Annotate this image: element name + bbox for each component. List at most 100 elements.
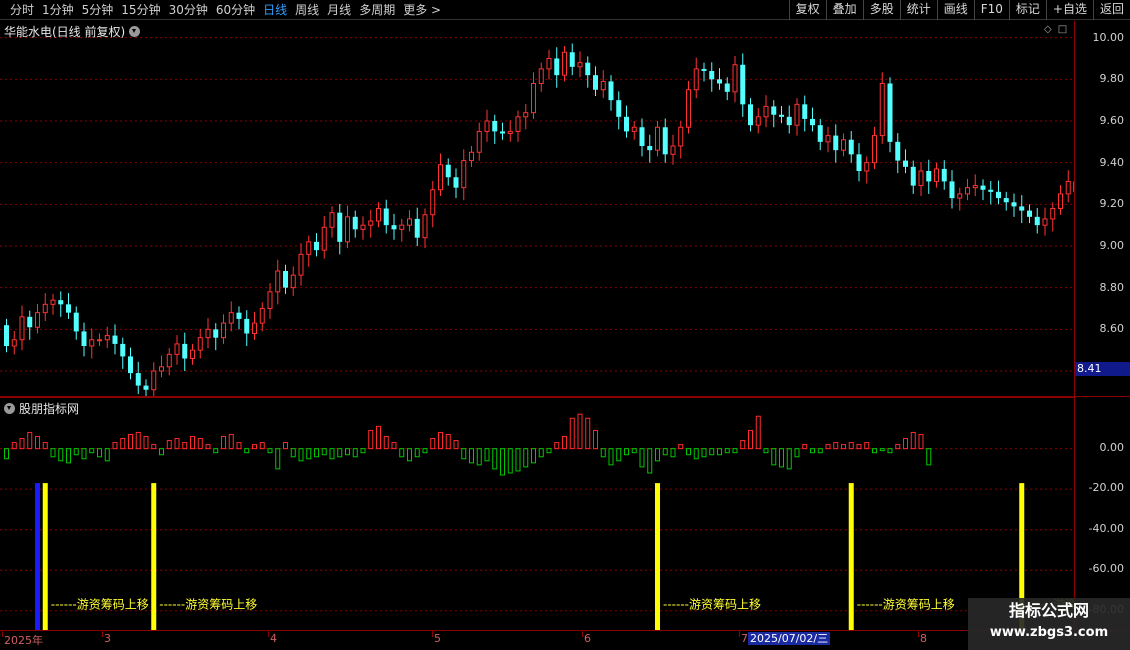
candle[interactable] (352, 210, 358, 238)
candle[interactable] (531, 72, 536, 119)
candle[interactable] (500, 122, 505, 140)
candle[interactable] (523, 103, 529, 130)
candle[interactable] (577, 51, 583, 78)
candle[interactable] (748, 98, 753, 132)
candle[interactable] (872, 126, 877, 169)
candle[interactable] (1011, 193, 1017, 217)
tool-button-1[interactable]: 叠加 (825, 0, 863, 20)
candle[interactable] (244, 310, 250, 346)
candle[interactable] (895, 133, 901, 174)
candle[interactable] (554, 47, 560, 88)
candle[interactable] (345, 205, 350, 249)
candle[interactable] (779, 106, 784, 124)
candle[interactable] (259, 302, 265, 332)
candle[interactable] (1019, 195, 1025, 224)
candle[interactable] (376, 202, 381, 228)
candle[interactable] (662, 118, 668, 163)
tool-button-6[interactable]: 标记 (1008, 0, 1046, 20)
candle[interactable] (97, 333, 102, 347)
candle[interactable] (492, 114, 498, 144)
candle[interactable] (1027, 204, 1032, 224)
candle[interactable] (4, 318, 9, 353)
candle[interactable] (275, 259, 281, 305)
candle[interactable] (252, 311, 257, 340)
candle[interactable] (786, 105, 792, 134)
candle[interactable] (205, 318, 211, 349)
candle[interactable] (709, 62, 715, 92)
candle[interactable] (27, 310, 33, 340)
candle[interactable] (647, 134, 653, 163)
candle[interactable] (1034, 208, 1040, 234)
candle[interactable] (89, 328, 95, 359)
candle[interactable] (73, 306, 79, 340)
candle[interactable] (593, 66, 598, 96)
candle[interactable] (283, 264, 288, 294)
candle[interactable] (383, 199, 389, 234)
candle[interactable] (616, 91, 622, 130)
candle[interactable] (461, 149, 467, 201)
candle[interactable] (1050, 202, 1056, 232)
candle[interactable] (794, 98, 800, 136)
tool-button-8[interactable]: 返回 (1092, 0, 1130, 20)
candle[interactable] (174, 335, 180, 365)
candle[interactable] (228, 301, 234, 332)
candle[interactable] (1042, 207, 1048, 236)
tool-button-5[interactable]: F10 (973, 0, 1009, 20)
candle[interactable] (972, 174, 978, 196)
candle[interactable] (965, 178, 970, 201)
candle[interactable] (143, 379, 149, 396)
candle[interactable] (267, 283, 273, 319)
tool-button-0[interactable]: 复权 (788, 0, 826, 20)
candle[interactable] (453, 168, 459, 199)
candle[interactable] (407, 210, 412, 232)
candle[interactable] (182, 332, 188, 371)
candle[interactable] (755, 108, 761, 134)
candle[interactable] (833, 124, 839, 163)
candle[interactable] (120, 337, 126, 369)
candle[interactable] (546, 49, 552, 80)
candle[interactable] (810, 107, 815, 132)
candle[interactable] (569, 43, 575, 76)
candle[interactable] (135, 361, 141, 394)
candle[interactable] (825, 126, 831, 153)
period-2[interactable]: 5分钟 (78, 2, 118, 18)
candle[interactable] (910, 160, 916, 194)
candle[interactable] (949, 170, 955, 209)
candle[interactable] (438, 153, 443, 197)
candle[interactable] (608, 75, 614, 111)
candle[interactable] (670, 134, 676, 165)
candle[interactable] (841, 133, 846, 157)
candle[interactable] (66, 293, 71, 319)
candle[interactable] (631, 121, 637, 140)
candle[interactable] (763, 95, 769, 128)
period-3[interactable]: 15分钟 (117, 2, 164, 18)
candle[interactable] (159, 355, 164, 378)
candle[interactable] (298, 243, 304, 286)
candle[interactable] (740, 53, 746, 117)
candle[interactable] (469, 146, 474, 167)
candle[interactable] (399, 218, 405, 242)
candle[interactable] (903, 149, 908, 174)
candle[interactable] (864, 156, 870, 184)
candle[interactable] (391, 213, 397, 240)
candle[interactable] (484, 109, 490, 142)
period-6[interactable]: 日线 (259, 2, 291, 18)
candle[interactable] (104, 326, 110, 349)
candle[interactable] (19, 305, 25, 351)
candle[interactable] (329, 206, 335, 238)
candle[interactable] (306, 235, 312, 267)
candle[interactable] (42, 293, 48, 321)
period-8[interactable]: 月线 (323, 2, 355, 18)
candle[interactable] (422, 208, 428, 249)
candle[interactable] (988, 181, 994, 205)
tool-button-7[interactable]: +自选 (1045, 0, 1093, 20)
candle[interactable] (1058, 185, 1063, 215)
candle[interactable] (957, 187, 963, 211)
period-4[interactable]: 30分钟 (165, 2, 212, 18)
candle[interactable] (360, 216, 366, 240)
candle[interactable] (197, 328, 203, 359)
period-9[interactable]: 多周期 (355, 2, 399, 18)
kline-chart[interactable] (0, 21, 1074, 396)
tool-button-2[interactable]: 多股 (862, 0, 900, 20)
candle[interactable] (624, 105, 629, 138)
